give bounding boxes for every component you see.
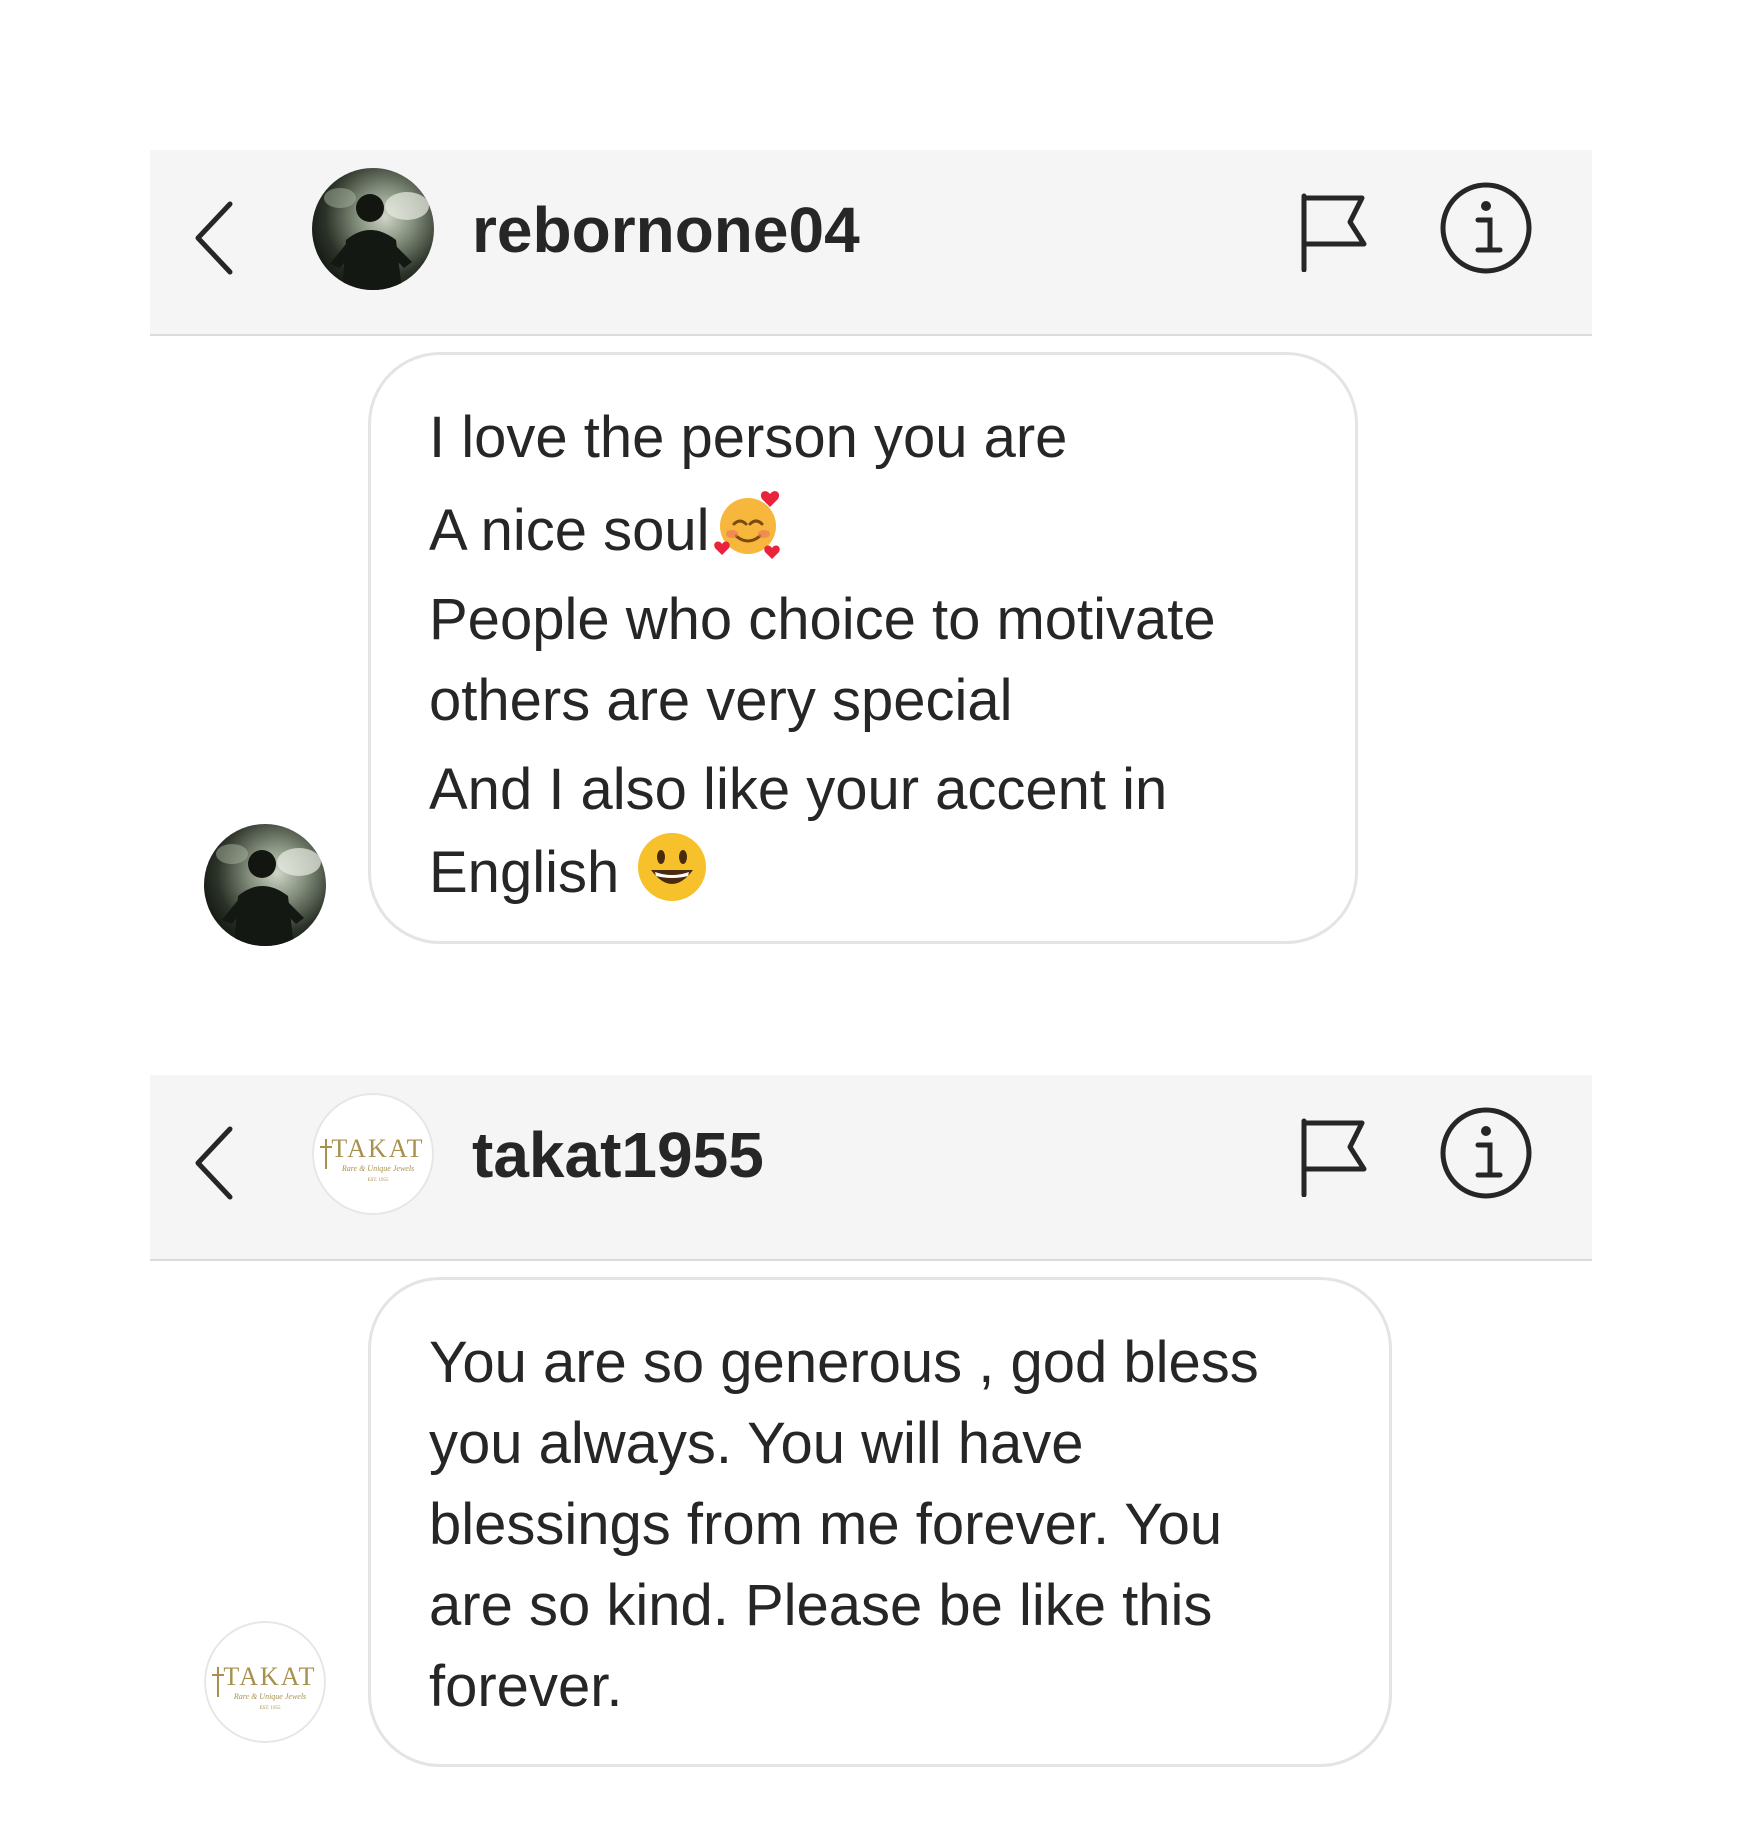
logo-brand: TAKAT [331, 1134, 424, 1163]
takat-logo: TAKAT Rare & Unique Jewels EST. 1955 [204, 1621, 326, 1743]
avatar[interactable]: TAKAT Rare & Unique Jewels EST. 1955 [312, 1093, 434, 1215]
info-icon[interactable] [1438, 1105, 1534, 1201]
chevron-left-icon[interactable] [190, 1123, 240, 1203]
message-text: English [429, 840, 620, 905]
avatar[interactable]: TAKAT Rare & Unique Jewels EST. 1955 [204, 1621, 326, 1743]
avatar[interactable] [312, 168, 434, 290]
username[interactable]: takat1955 [472, 1119, 764, 1193]
message-line: blessings from me forever. You [429, 1492, 1223, 1557]
avatar[interactable] [204, 824, 326, 946]
message-line: I love the person you are [429, 405, 1068, 470]
chevron-left-icon[interactable] [190, 198, 240, 278]
logo-tagline: Rare & Unique Jewels [233, 1692, 306, 1701]
username[interactable]: rebornone04 [472, 194, 860, 268]
message-line: are so kind. Please be like this [429, 1573, 1213, 1638]
message-line: you always. You will have [429, 1411, 1084, 1476]
chat-header: rebornone04 [150, 150, 1592, 336]
logo-est: EST. 1955 [367, 1178, 389, 1183]
message-text: A nice soul [429, 498, 710, 563]
message-bubble[interactable]: You are so generous , god bless you alwa… [368, 1277, 1392, 1767]
chat-header: TAKAT Rare & Unique Jewels EST. 1955 tak… [150, 1075, 1592, 1261]
message-line: A nice soul [429, 486, 1297, 571]
profile-photo-silhouette [204, 824, 326, 946]
message-line: English [429, 830, 1297, 913]
message-line: forever. [429, 1654, 623, 1719]
smiling-face-with-open-mouth-emoji [638, 833, 707, 901]
message-line: You are so generous , god bless [429, 1330, 1259, 1395]
flag-icon[interactable] [1298, 192, 1372, 272]
message-line: People who choice to motivate [429, 587, 1216, 652]
message-line: others are very special [429, 668, 1013, 733]
smiling-face-with-hearts-emoji [713, 491, 780, 559]
message-bubble[interactable]: I love the person you are A nice soul Pe… [368, 352, 1358, 944]
logo-est: EST. 1955 [259, 1706, 281, 1711]
conversation-rebornone04: rebornone04 I love the person you are A … [150, 150, 1592, 946]
logo-tagline: Rare & Unique Jewels [341, 1164, 414, 1173]
logo-brand: TAKAT [223, 1662, 316, 1691]
profile-photo-silhouette [312, 168, 434, 290]
info-icon[interactable] [1438, 180, 1534, 276]
takat-logo: TAKAT Rare & Unique Jewels EST. 1955 [312, 1093, 434, 1215]
conversation-takat1955: TAKAT Rare & Unique Jewels EST. 1955 tak… [150, 1075, 1592, 1767]
flag-icon[interactable] [1298, 1117, 1372, 1197]
message-line: And I also like your accent in [429, 757, 1168, 822]
